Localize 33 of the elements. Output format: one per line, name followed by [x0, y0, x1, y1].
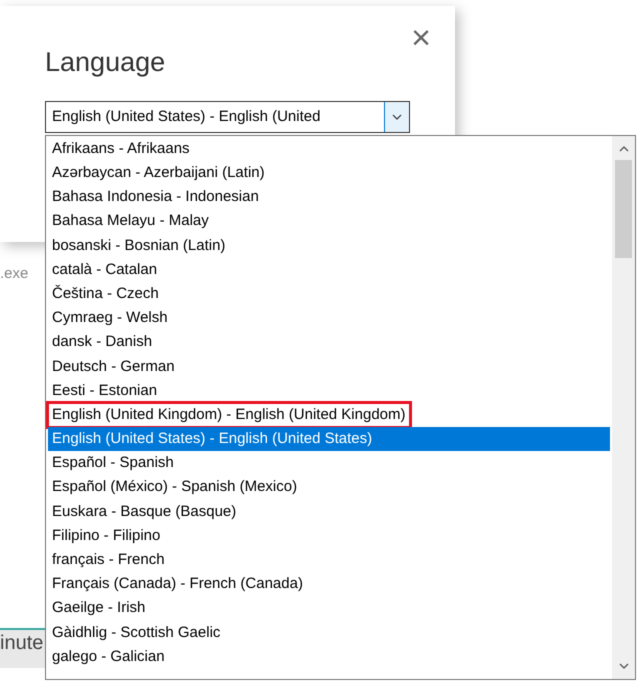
language-option[interactable]: Filipino - Filipino — [48, 524, 164, 548]
language-option[interactable]: Français (Canada) - French (Canada) — [48, 572, 307, 597]
language-option[interactable]: Español - Spanish — [48, 451, 178, 476]
language-option[interactable]: català - Catalan — [48, 258, 162, 282]
scroll-down-icon[interactable] — [618, 663, 628, 669]
dropdown-arrow-button[interactable] — [384, 102, 409, 132]
language-option[interactable]: Afrikaans - Afrikaans — [48, 137, 194, 162]
language-option[interactable]: Cymraeg - Welsh — [48, 306, 172, 330]
close-button[interactable]: × — [405, 20, 437, 56]
language-option[interactable]: English (United States) - English (United States) — [48, 427, 610, 452]
language-option[interactable]: galego - Galician — [48, 644, 169, 670]
language-option[interactable]: English (United Kingdom) - English (United Kingdom) — [48, 403, 410, 428]
language-option[interactable]: Bahasa Melayu - Malay — [48, 210, 213, 234]
language-dropdown[interactable]: English (United States) - English (United — [45, 101, 410, 133]
dialog-title: Language — [45, 46, 166, 79]
background-text: .exe — [0, 264, 28, 284]
language-option[interactable]: Čeština - Czech — [48, 282, 163, 306]
language-option[interactable]: Eesti - Estonian — [48, 378, 162, 404]
scrollbar-thumb[interactable] — [615, 160, 632, 258]
scroll-up-icon[interactable] — [618, 146, 628, 152]
language-option[interactable]: Gàidhlig - Scottish Gaelic — [48, 620, 224, 645]
background-text: inute — [0, 631, 44, 656]
language-option[interactable]: bosanski - Bosnian (Latin) — [48, 234, 230, 258]
language-option[interactable]: dansk - Danish — [48, 330, 156, 355]
language-option[interactable]: Euskara - Basque (Basque) — [48, 500, 240, 524]
language-option[interactable]: français - French — [48, 548, 169, 572]
language-option[interactable]: Azərbaycan - Azerbaijani (Latin) — [48, 161, 269, 186]
language-option[interactable]: Gaeilge - Irish — [48, 596, 150, 621]
scrollbar[interactable] — [612, 136, 635, 679]
language-option[interactable]: Deutsch - German — [48, 354, 179, 379]
language-option[interactable]: Bahasa Indonesia - Indonesian — [48, 185, 263, 210]
chevron-down-icon — [392, 114, 402, 120]
language-option[interactable]: Español (México) - Spanish (Mexico) — [48, 476, 302, 500]
